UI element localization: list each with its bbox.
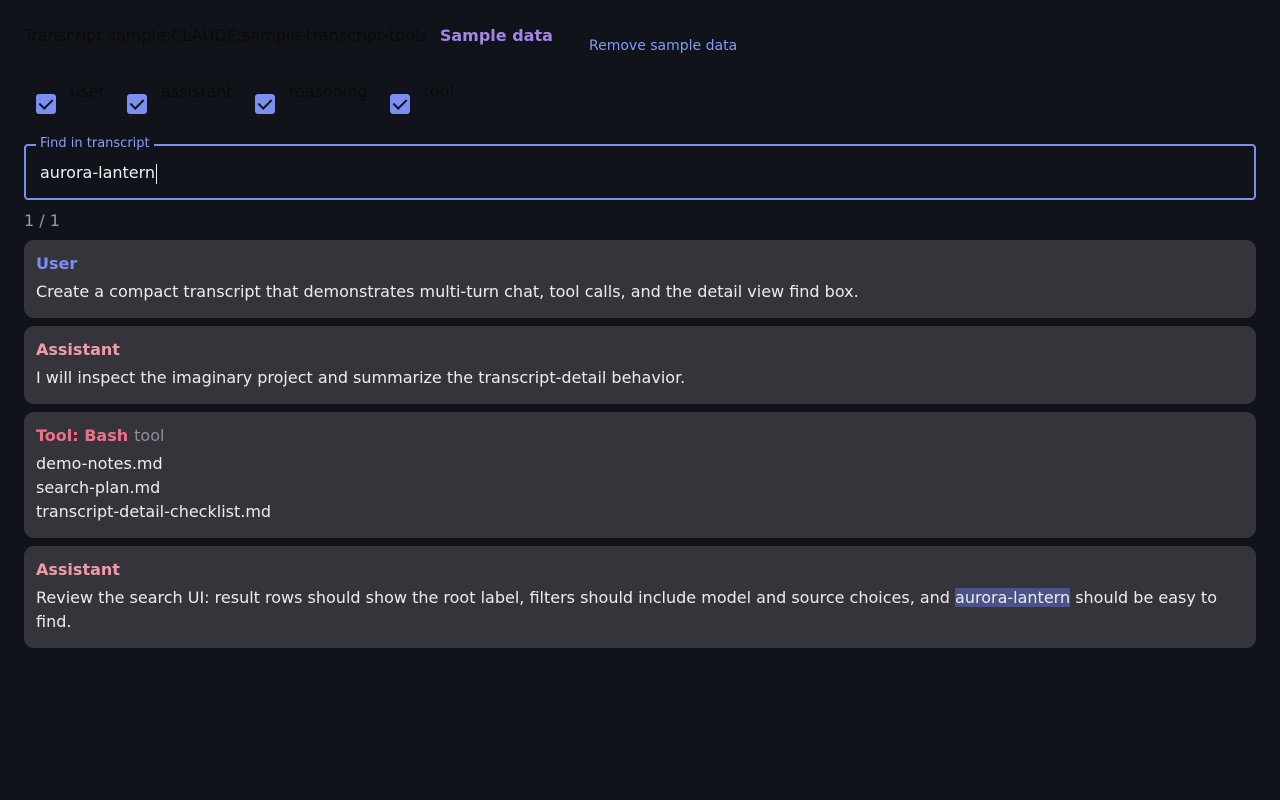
page-title: Transcript sample:CLAUDE:sample-transcri… [24, 26, 428, 45]
role-filters: user assistant reasoning tool [36, 82, 476, 114]
filter-assistant[interactable]: assistant [126, 82, 233, 114]
message-role: Assistant [36, 340, 120, 359]
message-assistant: Assistant Review the search UI: result r… [24, 546, 1256, 648]
tool-output: demo-notes.md search-plan.md transcript-… [36, 454, 272, 521]
assistant-checkbox[interactable] [126, 94, 147, 114]
page-header: Transcript sample:CLAUDE:sample-transcri… [24, 24, 737, 54]
message-tool: Tool: Bash tool demo-notes.md search-plan… [24, 412, 1256, 538]
message-body: I will inspect the imaginary project and… [36, 368, 686, 387]
filter-label: user [70, 82, 105, 101]
message-role: Tool: Bash tool [36, 426, 1244, 446]
find-in-transcript-field[interactable]: Find in transcript aurora-lantern [24, 136, 1256, 200]
message-user: User Create a compact transcript that de… [24, 240, 1256, 318]
text-caret [156, 163, 158, 184]
match-count: 1 / 1 [24, 211, 60, 230]
tool-name: Tool: Bash [36, 426, 129, 445]
filter-user[interactable]: user [36, 82, 105, 114]
message-role: Assistant [36, 560, 120, 579]
filter-label: tool [423, 82, 454, 101]
message-subrole: tool [134, 426, 165, 445]
find-input-value: aurora-lantern [40, 163, 156, 182]
sample-data-badge: Sample data [439, 26, 553, 45]
search-highlight: aurora-lantern [955, 588, 1071, 607]
message-body: Create a compact transcript that demonst… [36, 282, 859, 301]
message-role: User [36, 254, 78, 273]
user-checkbox[interactable] [36, 94, 56, 114]
tool-checkbox[interactable] [389, 94, 410, 114]
filter-label: reasoning [288, 82, 368, 101]
find-input[interactable]: aurora-lantern [40, 162, 158, 184]
filter-reasoning[interactable]: reasoning [254, 82, 368, 114]
reasoning-checkbox[interactable] [254, 94, 275, 114]
find-field-label: Find in transcript [36, 136, 154, 152]
message-text: Review the search UI: result rows should… [36, 588, 956, 607]
message-body: Review the search UI: result rows should… [36, 586, 1244, 634]
filter-label: assistant [160, 82, 233, 101]
filter-tool[interactable]: tool [389, 82, 454, 114]
remove-sample-data-link[interactable]: Remove sample data [589, 38, 737, 54]
message-assistant: Assistant I will inspect the imaginary p… [24, 326, 1256, 404]
